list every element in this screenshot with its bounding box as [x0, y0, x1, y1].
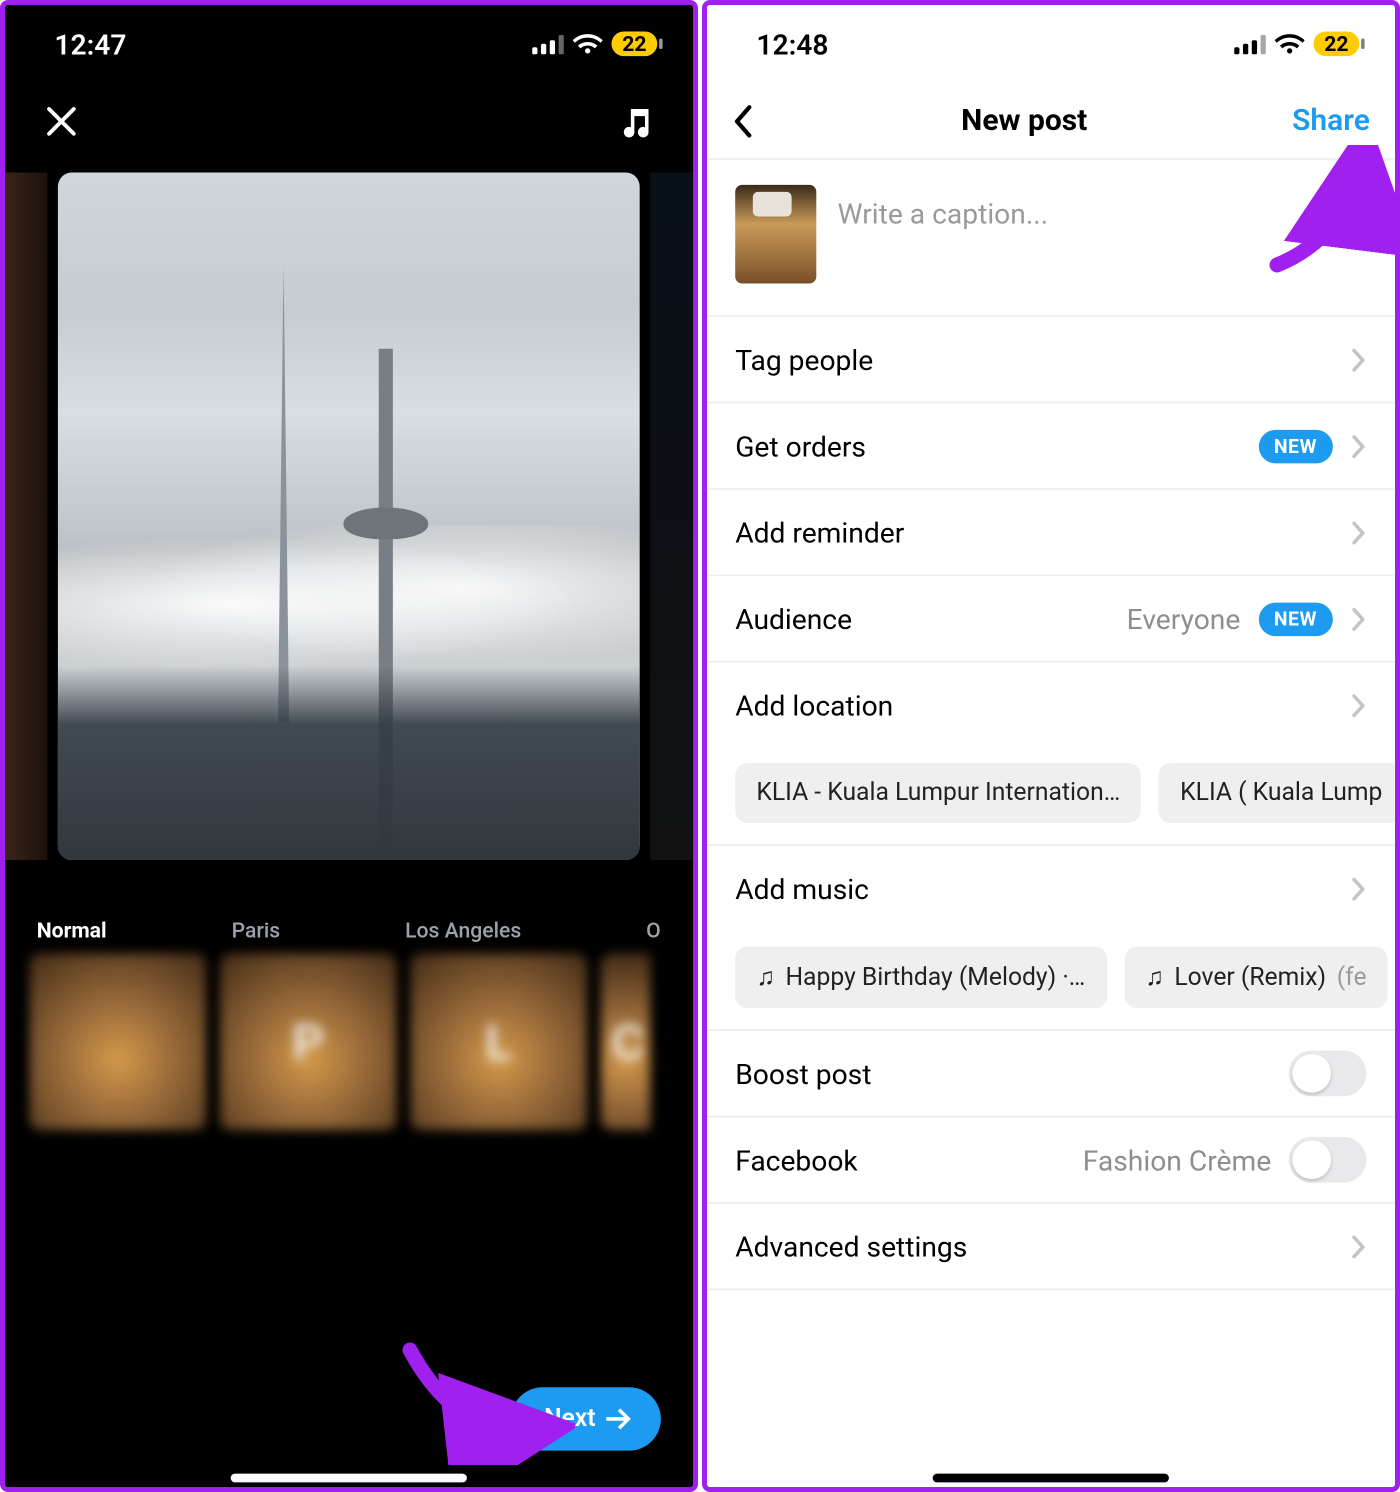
close-icon[interactable]	[33, 93, 89, 149]
music-chip-title: Lover (Remix)	[1174, 963, 1326, 991]
page-title: New post	[961, 103, 1087, 138]
filter-label[interactable]: O	[646, 918, 661, 943]
photo-preview[interactable]	[58, 172, 640, 860]
row-add-music[interactable]: Add music	[707, 846, 1395, 932]
music-chip[interactable]: ♫ Happy Birthday (Melody) ·…	[735, 946, 1106, 1008]
toggle-switch[interactable]	[1289, 1050, 1367, 1096]
home-indicator	[933, 1474, 1169, 1483]
wifi-icon	[1275, 33, 1305, 54]
chevron-right-icon	[1350, 519, 1366, 545]
editor-top-bar	[5, 83, 693, 161]
row-label: Get orders	[735, 429, 1258, 462]
preview-prev-peek	[5, 172, 47, 860]
location-chip[interactable]: KLIA ( Kuala Lump	[1159, 763, 1395, 823]
row-label: Tag people	[735, 343, 1350, 376]
filter-thumbnails[interactable]: P L C	[5, 943, 693, 1130]
preview-next-peek	[650, 172, 692, 860]
status-bar: 12:48 22	[707, 5, 1395, 83]
toggle-switch[interactable]	[1289, 1137, 1367, 1183]
chevron-left-icon	[732, 101, 757, 140]
back-button[interactable]	[732, 101, 757, 140]
filter-thumb-more[interactable]: C	[601, 953, 650, 1129]
location-suggestions: KLIA - Kuala Lumpur Internation… KLIA ( …	[707, 749, 1395, 846]
next-button-label: Next	[544, 1405, 596, 1433]
row-boost-post[interactable]: Boost post	[707, 1031, 1395, 1117]
row-label: Advanced settings	[735, 1229, 1350, 1262]
music-chip-title: Happy Birthday (Melody) ·…	[785, 963, 1085, 991]
chevron-right-icon	[1350, 346, 1366, 372]
nav-bar: New post Share	[707, 83, 1395, 161]
battery-indicator: 22	[1313, 31, 1359, 56]
music-note-icon: ♫	[1145, 962, 1164, 992]
chevron-right-icon	[1350, 433, 1366, 459]
music-chip-meta: (fe	[1337, 963, 1367, 991]
location-chip[interactable]: KLIA - Kuala Lumpur Internation…	[735, 763, 1141, 823]
chevron-right-icon	[1350, 605, 1366, 631]
row-audience[interactable]: Audience Everyone NEW	[707, 576, 1395, 662]
row-add-reminder[interactable]: Add reminder	[707, 490, 1395, 576]
share-button[interactable]: Share	[1292, 103, 1370, 138]
caption-row: Write a caption...	[707, 160, 1395, 315]
music-note-icon: ♫	[756, 962, 775, 992]
filter-thumb-normal[interactable]	[30, 953, 206, 1129]
status-time: 12:47	[54, 27, 126, 60]
arrow-right-icon	[606, 1408, 631, 1429]
new-badge: NEW	[1258, 429, 1333, 462]
filter-labels-row: Normal Paris Los Angeles O	[5, 918, 693, 943]
music-icon[interactable]	[608, 93, 664, 149]
row-label: Add location	[735, 689, 1350, 722]
row-label: Boost post	[735, 1057, 1289, 1090]
row-label: Add music	[735, 872, 1350, 905]
row-facebook[interactable]: Facebook Fashion Crème	[707, 1117, 1395, 1203]
row-label: Add reminder	[735, 515, 1350, 548]
new-badge: NEW	[1258, 602, 1333, 635]
row-label: Audience	[735, 602, 1126, 635]
wifi-icon	[573, 33, 603, 54]
music-chip[interactable]: ♫ Lover (Remix) (fe	[1124, 946, 1388, 1008]
row-get-orders[interactable]: Get orders NEW	[707, 403, 1395, 489]
filter-label[interactable]: Paris	[232, 918, 281, 943]
chevron-right-icon	[1350, 876, 1366, 902]
next-button[interactable]: Next	[511, 1387, 661, 1450]
row-label: Facebook	[735, 1143, 1083, 1176]
filter-thumb-paris[interactable]: P	[220, 953, 396, 1129]
chevron-right-icon	[1350, 1233, 1366, 1259]
filter-label[interactable]: Normal	[37, 918, 107, 943]
row-tag-people[interactable]: Tag people	[707, 317, 1395, 403]
home-indicator	[231, 1474, 467, 1483]
signal-icon	[1234, 34, 1266, 53]
battery-indicator: 22	[611, 31, 657, 56]
post-thumbnail[interactable]	[735, 185, 816, 284]
chevron-right-icon	[1350, 693, 1366, 719]
filter-thumb-los-angeles[interactable]: L	[410, 953, 586, 1129]
caption-input[interactable]: Write a caption...	[837, 185, 1366, 284]
filter-label[interactable]: Los Angeles	[405, 918, 521, 943]
row-advanced-settings[interactable]: Advanced settings	[707, 1204, 1395, 1290]
signal-icon	[532, 34, 564, 53]
row-add-location[interactable]: Add location	[707, 663, 1395, 749]
status-bar: 12:47 22	[5, 5, 693, 83]
audience-value: Everyone	[1127, 602, 1241, 635]
photo-preview-carousel[interactable]	[5, 164, 693, 869]
facebook-value: Fashion Crème	[1083, 1143, 1271, 1176]
status-time: 12:48	[756, 27, 828, 60]
music-suggestions: ♫ Happy Birthday (Melody) ·… ♫ Lover (Re…	[707, 932, 1395, 1031]
